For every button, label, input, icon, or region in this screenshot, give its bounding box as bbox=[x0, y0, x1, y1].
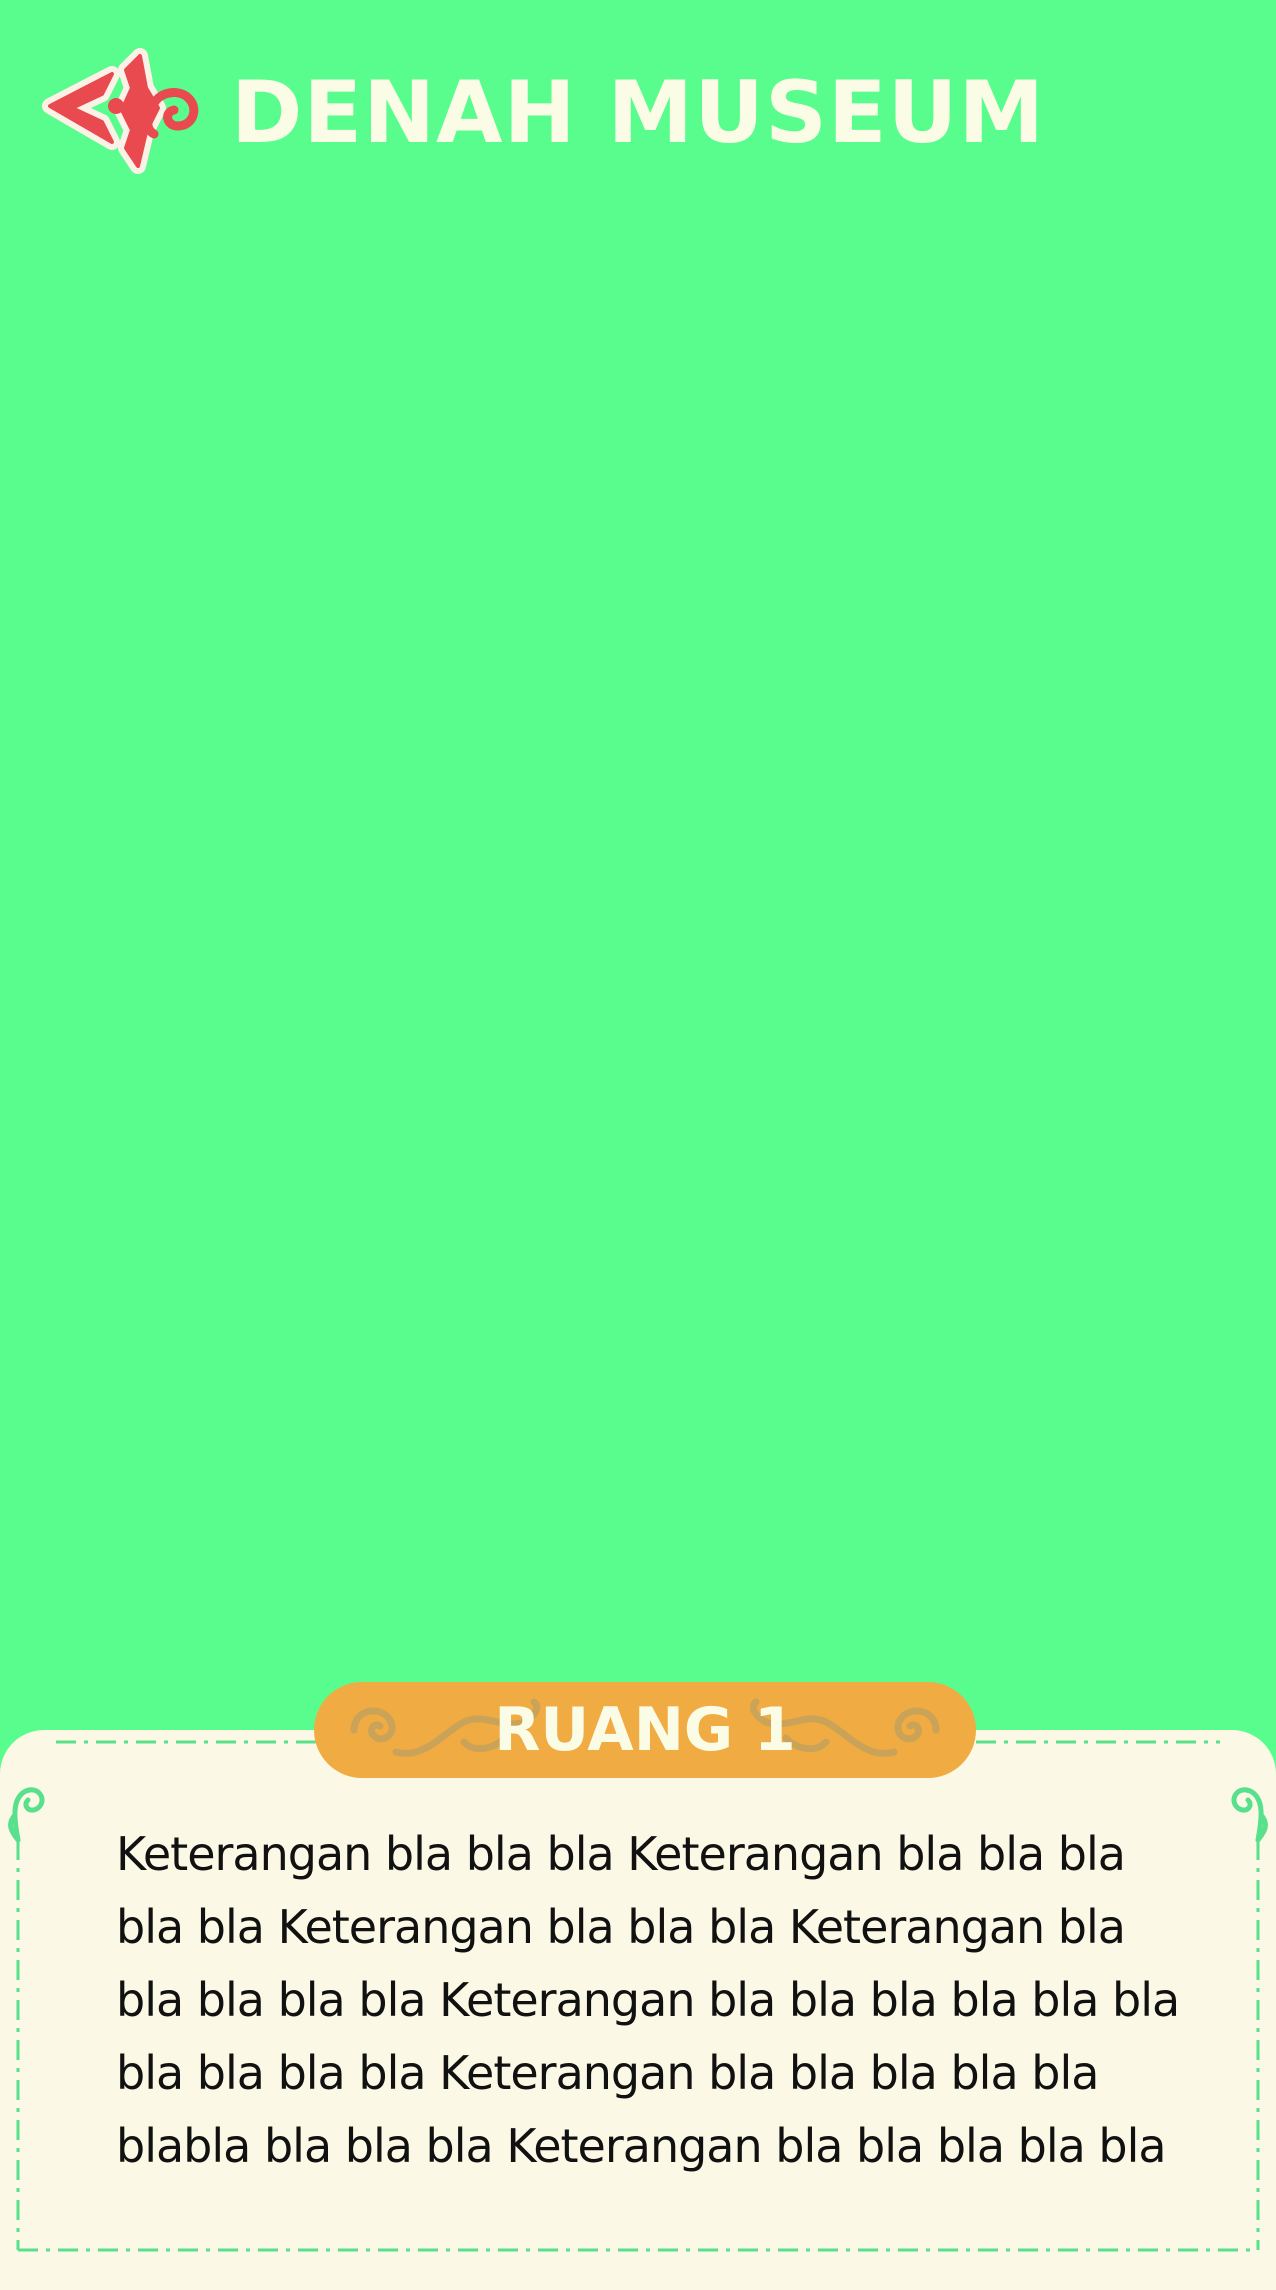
museum-map-area[interactable] bbox=[0, 200, 1276, 1660]
page-title: DENAH MUSEUM bbox=[230, 63, 1046, 163]
room-description: Keterangan bla bla bla Keterangan bla bl… bbox=[116, 1827, 1180, 2173]
room-tab: RUANG 1 bbox=[314, 1682, 976, 1778]
room-name: RUANG 1 bbox=[494, 1695, 796, 1765]
